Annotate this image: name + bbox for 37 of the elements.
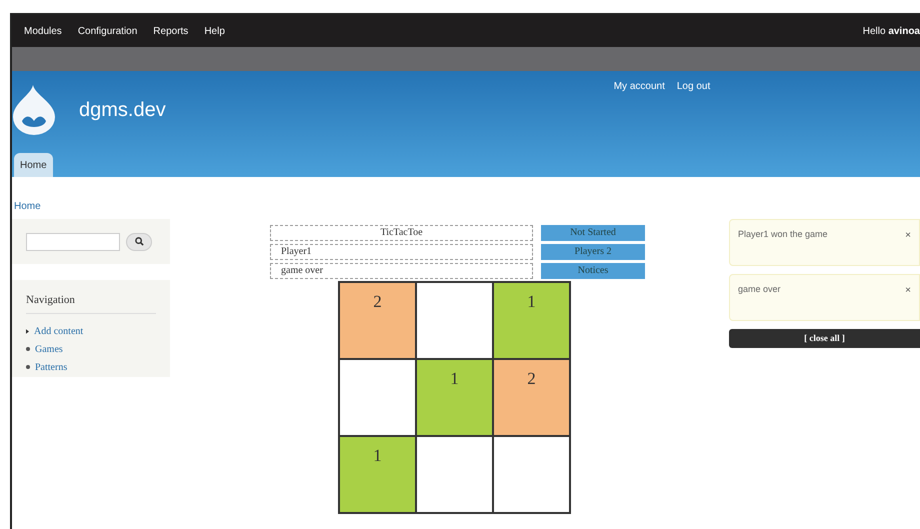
account-link[interactable]: Log out: [676, 79, 710, 94]
board-cell: 2: [493, 359, 570, 436]
site-name[interactable]: dgms.dev: [79, 95, 166, 125]
nav-link[interactable]: Add content: [34, 324, 84, 338]
triangle-icon: [26, 328, 29, 334]
info-field: game over: [270, 263, 533, 279]
board-cell: 2: [339, 282, 416, 359]
drop-logo-icon: [13, 85, 55, 135]
message-text: game over: [738, 283, 781, 296]
nav-link[interactable]: Games: [35, 342, 63, 356]
menu-link[interactable]: Reports: [153, 24, 188, 38]
bullet-icon: [26, 347, 30, 351]
block-title: Navigation: [26, 292, 156, 314]
close-all-button[interactable]: [ close all ]: [729, 329, 920, 348]
menu-link[interactable]: Help: [204, 24, 225, 38]
board-cell: 1: [493, 282, 570, 359]
board-cell: 1: [339, 436, 416, 513]
message-text: Player1 won the game: [738, 228, 828, 241]
account-link[interactable]: My account: [614, 79, 665, 94]
tab[interactable]: Home: [14, 153, 53, 177]
board-cell: 1: [416, 359, 493, 436]
bullet-icon: [26, 365, 30, 369]
status-label: Not Started: [541, 225, 645, 241]
search-button[interactable]: [126, 232, 152, 250]
greeting: Hello avinoa: [862, 24, 920, 38]
close-button[interactable]: ×: [905, 228, 911, 243]
breadcrumb-link[interactable]: Home: [14, 201, 41, 212]
menu-link[interactable]: Modules: [24, 24, 62, 38]
info-field: TicTacToe: [270, 225, 533, 241]
search-field[interactable]: [26, 232, 120, 250]
close-button[interactable]: ×: [905, 283, 911, 298]
info-field: Player1: [270, 244, 533, 260]
nav-link[interactable]: Patterns: [35, 360, 68, 374]
search-icon: [134, 237, 144, 246]
menu-link[interactable]: Configuration: [78, 24, 138, 38]
status-label: Notices: [541, 263, 645, 279]
status-label: Players 2: [541, 244, 645, 260]
